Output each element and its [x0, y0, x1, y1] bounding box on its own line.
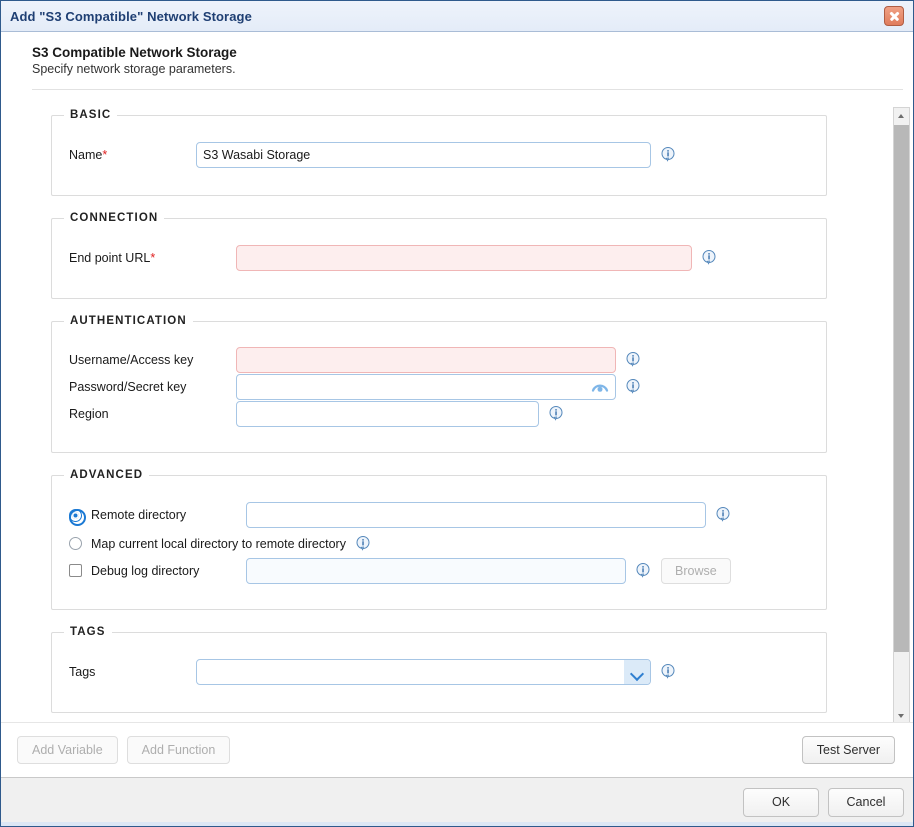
chevron-down-icon[interactable] [624, 660, 650, 684]
group-authentication: AUTHENTICATION Username/Access key Passw… [51, 315, 827, 453]
scroll-region: BASIC Name* S3 Wasabi Storage CONNECTION… [1, 73, 913, 725]
reveal-password-eye-icon[interactable] [591, 381, 609, 393]
name-input[interactable] [196, 142, 651, 168]
group-tags: TAGS Tags [51, 626, 827, 713]
region-input[interactable] [236, 400, 539, 427]
info-icon[interactable] [626, 351, 640, 368]
action-strip-right: Test Server [801, 735, 895, 764]
info-icon[interactable] [661, 147, 675, 163]
ok-button[interactable]: OK [743, 787, 819, 817]
field-row-remote-directory: Remote directory [52, 500, 826, 530]
window-title: Add "S3 Compatible" Network Storage [10, 8, 252, 24]
add-variable-button[interactable]: Add Variable [17, 735, 118, 764]
group-connection-legend: CONNECTION [70, 212, 159, 224]
group-basic-legend: BASIC [70, 109, 112, 121]
cancel-button[interactable]: Cancel [828, 787, 904, 817]
dialog-body: S3 Compatible Network Storage Specify ne… [1, 33, 913, 776]
debug-log-directory-input[interactable] [246, 557, 626, 584]
username-label: Username/Access key [69, 352, 194, 367]
field-row-debug-log-directory: Debug log directory Browse [52, 557, 826, 584]
window-bottom-edge [1, 822, 913, 826]
info-icon[interactable] [636, 562, 650, 579]
map-local-directory-label: Map current local directory to remote di… [91, 536, 346, 551]
info-icon[interactable] [661, 664, 675, 680]
field-row-username: Username/Access key [52, 346, 826, 373]
action-strip: Add Variable Add Function Test Server [1, 722, 913, 776]
name-label: Name* [69, 148, 108, 162]
group-advanced-legend: ADVANCED [70, 469, 144, 481]
field-row-map-local-directory: Map current local directory to remote di… [52, 530, 826, 557]
scrollbar-thumb[interactable] [894, 125, 909, 652]
required-marker: * [150, 251, 156, 265]
add-function-button[interactable]: Add Function [126, 735, 231, 764]
region-label: Region [69, 406, 109, 421]
radio-map-local-directory[interactable] [69, 537, 82, 550]
tags-combobox [196, 659, 651, 685]
info-icon[interactable] [549, 405, 563, 422]
dialog-footer: OK Cancel [1, 777, 913, 826]
action-strip-left: Add Variable Add Function [17, 735, 231, 764]
group-advanced: ADVANCED Remote directory Map current lo… [51, 469, 827, 610]
info-icon[interactable] [356, 535, 370, 552]
remote-directory-label: Remote directory [91, 508, 187, 522]
group-basic: BASIC Name* [51, 109, 827, 196]
title-bar: Add "S3 Compatible" Network Storage [1, 1, 913, 32]
required-marker: * [102, 148, 108, 162]
group-tags-legend: TAGS [70, 626, 106, 638]
field-row-tags: Tags [52, 657, 826, 687]
close-icon[interactable] [884, 6, 904, 26]
username-access-key-input[interactable] [236, 346, 616, 373]
tags-label: Tags [69, 665, 96, 679]
info-icon[interactable] [626, 378, 640, 395]
dialog-window: Add "S3 Compatible" Network Storage S3 C… [0, 0, 914, 827]
info-icon[interactable] [716, 507, 730, 523]
password-secret-key-input[interactable] [236, 373, 616, 400]
tags-input[interactable] [196, 659, 651, 685]
info-icon[interactable] [702, 250, 716, 266]
vertical-scrollbar[interactable] [893, 107, 910, 725]
test-server-button[interactable]: Test Server [801, 735, 895, 764]
radio-remote-directory[interactable] [69, 508, 86, 526]
password-wrapper [236, 373, 616, 400]
scroll-up-arrow-icon[interactable] [894, 108, 909, 124]
group-connection: CONNECTION End point URL* [51, 212, 827, 299]
password-label: Password/Secret key [69, 379, 187, 394]
field-row-endpoint: End point URL* [52, 243, 826, 273]
browse-button[interactable]: Browse [661, 557, 731, 584]
debug-log-directory-label: Debug log directory [91, 563, 200, 578]
page-title: S3 Compatible Network Storage [32, 45, 237, 60]
checkbox-debug-log-directory[interactable] [69, 564, 82, 577]
field-row-name: Name* [52, 140, 826, 170]
endpoint-url-input[interactable] [236, 245, 692, 271]
endpoint-label: End point URL* [69, 251, 156, 265]
remote-directory-input[interactable] [246, 502, 706, 528]
form-pane: BASIC Name* S3 Wasabi Storage CONNECTION… [1, 109, 892, 725]
field-row-region: Region [52, 400, 826, 427]
field-row-password: Password/Secret key [52, 373, 826, 400]
group-authentication-legend: AUTHENTICATION [70, 315, 187, 327]
